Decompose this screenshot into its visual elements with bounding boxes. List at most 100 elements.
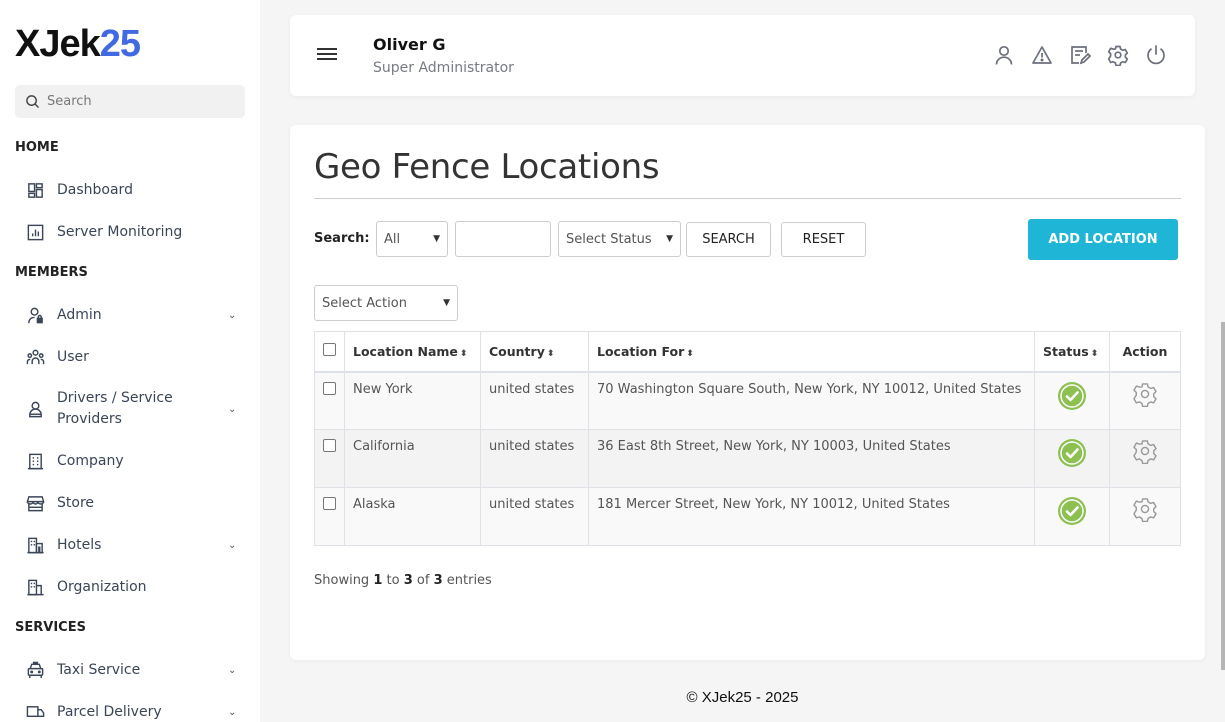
user-icon[interactable] <box>993 44 1015 66</box>
sidebar-item-parcel-delivery[interactable]: Parcel Delivery ⌄ <box>25 702 245 722</box>
top-header: Oliver G Super Administrator <box>290 15 1195 96</box>
row-settings-icon[interactable] <box>1132 440 1158 468</box>
pagination-prefix: Showing <box>314 573 370 588</box>
sidebar-item-label: Parcel Delivery <box>57 704 162 720</box>
select-all-checkbox[interactable] <box>323 343 336 357</box>
field-filter-select[interactable]: All ▼ <box>376 221 448 257</box>
sidebar-item-label: Company <box>57 453 124 469</box>
alert-icon[interactable] <box>1031 44 1053 66</box>
sidebar-item-organization[interactable]: Organization <box>25 577 245 598</box>
cell-country: united states <box>480 371 589 430</box>
sidebar-item-hotels[interactable]: Hotels ⌄ <box>25 535 245 556</box>
cell-location-name: Alaska <box>344 487 481 546</box>
search-input[interactable] <box>455 221 551 257</box>
cell-location-name: New York <box>344 371 481 430</box>
sidebar: XJek25 HOME Dashboard Server Monitoring … <box>0 0 260 722</box>
chevron-down-icon: ▼ <box>433 234 440 244</box>
pagination-to: 3 <box>403 573 413 588</box>
sidebar-search <box>15 85 245 118</box>
column-location-name[interactable]: Location Name ⬍ <box>344 331 481 372</box>
taxi-icon <box>25 661 45 681</box>
brand-logo[interactable]: XJek25 <box>15 23 141 65</box>
table-row: California united states 36 East 8th Str… <box>314 429 1181 488</box>
driver-icon <box>25 399 45 419</box>
chevron-down-icon: ⌄ <box>228 310 237 321</box>
column-label: Location Name <box>353 343 458 359</box>
chevron-down-icon: ⌄ <box>228 403 237 415</box>
sidebar-item-label: Organization <box>57 579 147 595</box>
sidebar-item-label: Hotels <box>57 537 102 553</box>
search-button[interactable]: SEARCH <box>686 222 771 257</box>
sidebar-item-label: Server Monitoring <box>57 224 183 240</box>
geo-fence-card: Geo Fence Locations Search: All ▼ Select… <box>290 125 1205 660</box>
field-filter-value: All <box>384 231 401 247</box>
column-action: Action <box>1109 331 1181 372</box>
pagination-total: 3 <box>433 573 443 588</box>
chevron-down-icon: ⌄ <box>228 707 237 718</box>
status-active-icon[interactable] <box>1057 381 1087 415</box>
add-location-button[interactable]: ADD LOCATION <box>1028 219 1178 260</box>
row-checkbox[interactable] <box>323 497 336 510</box>
chevron-down-icon: ⌄ <box>228 665 237 676</box>
status-active-icon[interactable] <box>1057 497 1087 530</box>
chart-icon <box>25 223 45 243</box>
brand-logo-text: XJek <box>15 23 101 65</box>
column-label: Country <box>489 343 545 359</box>
brand-logo-number: 25 <box>99 23 141 65</box>
table-header-row: Location Name ⬍ Country ⬍ Location For ⬍ St… <box>314 331 1181 372</box>
sidebar-item-dashboard[interactable]: Dashboard <box>25 180 245 201</box>
sidebar-item-admin[interactable]: Admin ⌄ <box>25 305 245 326</box>
column-status[interactable]: Status ⬍ <box>1034 331 1110 372</box>
sidebar-item-label: Store <box>57 495 95 511</box>
power-icon[interactable] <box>1145 44 1167 66</box>
sort-icon: ⬍ <box>686 348 694 359</box>
sidebar-item-server-monitoring[interactable]: Server Monitoring <box>25 222 245 243</box>
sidebar-item-label: Dashboard <box>57 182 133 198</box>
cell-location-for: 70 Washington Square South, New York, NY… <box>588 371 1035 430</box>
table-row: Alaska united states 181 Mercer Street, … <box>314 487 1181 546</box>
table-row: New York united states 70 Washington Squ… <box>314 371 1181 430</box>
row-settings-icon[interactable] <box>1132 382 1158 411</box>
menu-toggle-icon[interactable] <box>317 48 337 62</box>
column-label: Status <box>1043 343 1089 359</box>
reset-button[interactable]: RESET <box>781 222 866 257</box>
sidebar-item-user[interactable]: User <box>25 347 245 368</box>
row-checkbox[interactable] <box>323 439 336 452</box>
sidebar-item-company[interactable]: Company <box>25 451 245 472</box>
pagination-info: Showing 1 to 3 of 3 entries <box>314 573 492 588</box>
settings-icon[interactable] <box>1107 44 1129 67</box>
cell-country: united states <box>480 487 589 546</box>
sidebar-search-input[interactable] <box>47 94 227 109</box>
sidebar-item-drivers[interactable]: Drivers / Service Providers ⌄ <box>25 388 245 430</box>
footer-copyright: © XJek25 - 2025 <box>686 689 799 706</box>
row-settings-icon[interactable] <box>1132 498 1158 526</box>
page-title: Geo Fence Locations <box>314 147 660 187</box>
pagination-of-word: of <box>416 573 430 588</box>
bulk-action-select[interactable]: Select Action ▼ <box>314 285 458 321</box>
sort-icon: ⬍ <box>546 348 555 359</box>
cell-country: united states <box>480 429 589 488</box>
edit-icon[interactable] <box>1069 44 1092 66</box>
user-name: Oliver G <box>373 35 446 54</box>
row-checkbox[interactable] <box>323 381 336 395</box>
user-role: Super Administrator <box>373 60 514 76</box>
column-country[interactable]: Country ⬍ <box>480 331 589 372</box>
chevron-down-icon: ▼ <box>666 234 673 244</box>
select-all-cell <box>314 331 345 372</box>
sidebar-item-store[interactable]: Store <box>25 493 245 514</box>
column-label: Location For <box>597 343 685 359</box>
organization-icon <box>25 578 45 598</box>
section-services: SERVICES <box>15 620 86 635</box>
truck-icon <box>25 703 45 722</box>
hotel-icon <box>25 536 45 556</box>
page-scrollbar[interactable] <box>1221 322 1225 670</box>
status-active-icon[interactable] <box>1057 439 1087 472</box>
column-location-for[interactable]: Location For ⬍ <box>588 331 1035 372</box>
status-filter-select[interactable]: Select Status ▼ <box>558 221 681 257</box>
cell-location-for: 36 East 8th Street, New York, NY 10003, … <box>588 429 1035 488</box>
sidebar-item-taxi-service[interactable]: Taxi Service ⌄ <box>25 660 245 681</box>
store-icon <box>25 494 45 514</box>
chevron-down-icon: ⌄ <box>228 540 237 551</box>
section-home: HOME <box>15 140 59 155</box>
sidebar-item-label: User <box>57 349 89 365</box>
